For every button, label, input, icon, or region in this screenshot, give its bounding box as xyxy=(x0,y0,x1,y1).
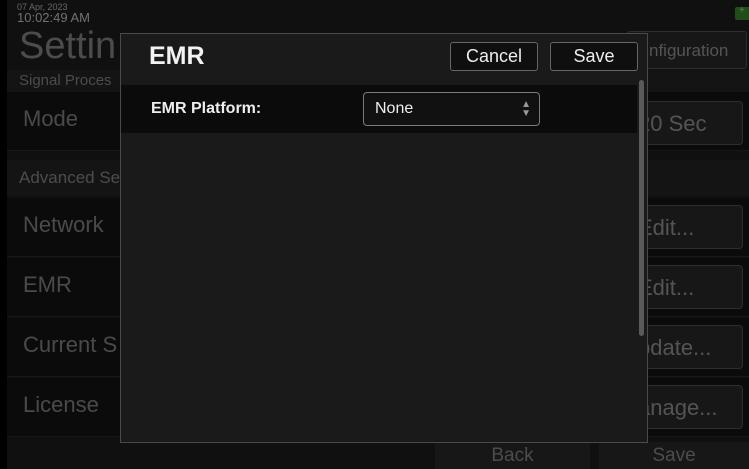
emr-dialog: EMR Cancel Save EMR Platform: None ▲ ▼ xyxy=(120,33,648,443)
emr-platform-label: EMR Platform: xyxy=(151,100,262,117)
dialog-scrollbar[interactable] xyxy=(639,80,644,336)
emr-platform-row: EMR Platform: None ▲ ▼ xyxy=(121,85,637,133)
up-down-chevron-icon: ▲ ▼ xyxy=(521,99,531,119)
dialog-title: EMR xyxy=(149,42,205,70)
select-value: None xyxy=(375,100,414,117)
save-button[interactable]: Save xyxy=(550,42,638,71)
emr-platform-select[interactable]: None ▲ ▼ xyxy=(363,92,540,126)
cancel-button[interactable]: Cancel xyxy=(450,42,538,71)
